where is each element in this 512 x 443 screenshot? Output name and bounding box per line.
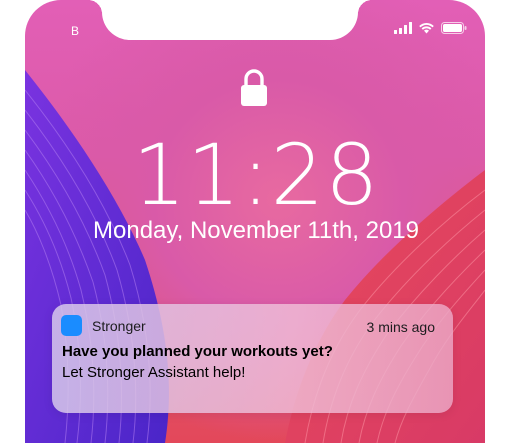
notification-body: Let Stronger Assistant help! — [62, 364, 246, 381]
status-icons — [394, 22, 467, 34]
notification-title: Have you planned your workouts yet? — [62, 343, 333, 360]
carrier-label: B — [71, 24, 80, 38]
notification-card[interactable]: Stronger 3 mins ago Have you planned you… — [52, 304, 453, 413]
phone-notch — [88, 0, 372, 40]
cellular-signal-icon — [394, 22, 412, 34]
battery-icon — [441, 22, 467, 34]
notification-app-name: Stronger — [92, 318, 146, 334]
wifi-icon — [419, 23, 434, 34]
lock-screen-date: Monday, November 11th, 2019 — [93, 217, 419, 244]
stronger-app-icon — [61, 315, 82, 336]
lock-screen-time: 11:28 — [132, 126, 380, 224]
notification-timestamp: 3 mins ago — [366, 319, 435, 335]
padlock-icon — [241, 69, 267, 106]
